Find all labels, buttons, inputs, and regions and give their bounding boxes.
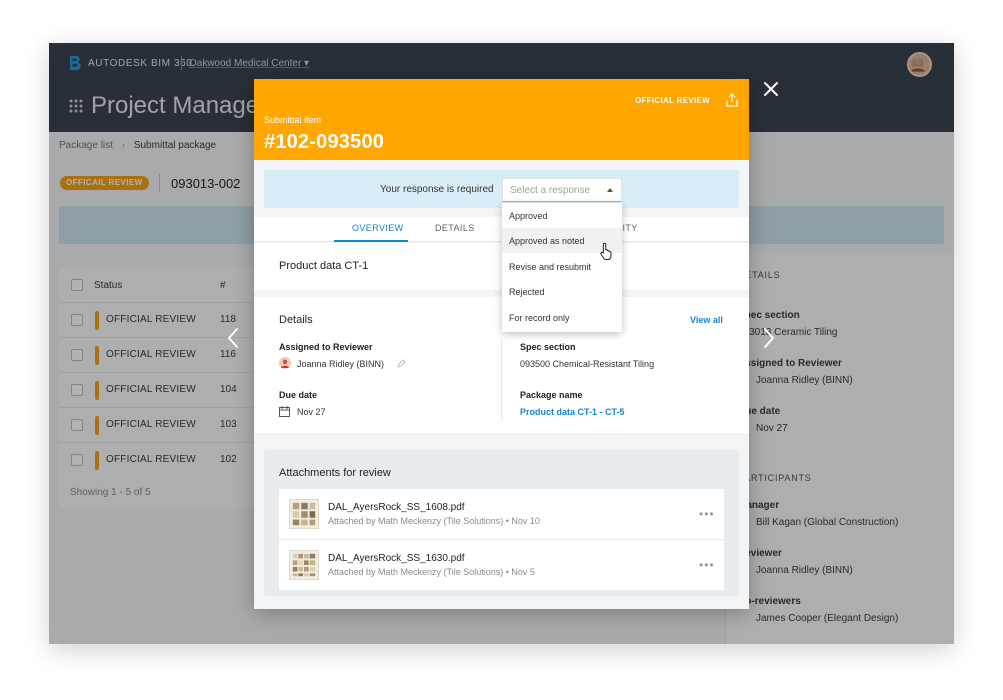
attachment-name: DAL_AyersRock_SS_1608.pdf <box>328 502 465 513</box>
attachments-section: Attachments for review DAL_AyersRock_SS_… <box>264 450 739 596</box>
spec-section-label: Spec section <box>520 342 576 352</box>
due-date-label: Due date <box>279 390 318 400</box>
product-title: Product data CT-1 <box>279 260 369 272</box>
attachment-thumbnail <box>289 550 319 580</box>
reviewer-avatar <box>279 357 291 369</box>
attachment-item[interactable]: DAL_AyersRock_SS_1630.pdf Attached by Ma… <box>279 540 724 590</box>
view-all-link[interactable]: View all <box>690 315 723 325</box>
response-dropdown-menu: Approved Approved as noted Revise and re… <box>502 203 622 332</box>
pencil-icon[interactable] <box>397 359 406 368</box>
spec-section-value: 093500 Chemical-Resistant Tiling <box>520 359 655 369</box>
chevron-left-icon[interactable] <box>226 327 240 349</box>
modal-header: Submittal item #102-093500 OFFICIAL REVI… <box>254 79 749 160</box>
official-review-status: OFFICIAL REVIEW <box>635 96 711 105</box>
tab-overview[interactable]: OVERVIEW <box>352 223 404 233</box>
package-name-label: Package name <box>520 390 583 400</box>
attachment-thumbnail <box>289 499 319 529</box>
assigned-label: Assigned to Reviewer <box>279 342 373 352</box>
calendar-icon <box>279 406 290 417</box>
close-icon[interactable] <box>763 81 779 97</box>
attachment-name: DAL_AyersRock_SS_1630.pdf <box>328 553 465 564</box>
submittal-item-number: #102-093500 <box>264 131 385 153</box>
more-options-icon[interactable]: ••• <box>699 507 715 521</box>
response-select[interactable]: Select a response <box>502 178 622 202</box>
chevron-right-icon[interactable] <box>762 327 776 349</box>
modal-kicker: Submittal item <box>264 115 322 125</box>
caret-up-icon <box>607 188 613 192</box>
due-date-value: Nov 27 <box>297 407 326 417</box>
submittal-item-modal: Submittal item #102-093500 OFFICIAL REVI… <box>254 79 749 609</box>
option-approved[interactable]: Approved <box>502 203 622 228</box>
active-tab-indicator <box>334 240 408 242</box>
assigned-value: Joanna Ridley (BINN) <box>297 359 385 369</box>
option-rejected[interactable]: Rejected <box>502 279 622 304</box>
response-select-placeholder: Select a response <box>510 185 591 196</box>
package-name-link[interactable]: Product data CT-1 - CT-5 <box>520 407 625 417</box>
tab-details[interactable]: DETAILS <box>435 223 475 233</box>
attachment-item[interactable]: DAL_AyersRock_SS_1608.pdf Attached by Ma… <box>279 489 724 539</box>
attachment-meta: Attached by Math Meckenzy (Tile Solution… <box>328 567 535 577</box>
option-for-record-only[interactable]: For record only <box>502 305 622 330</box>
attachments-title: Attachments for review <box>279 467 391 479</box>
attachment-meta: Attached by Math Meckenzy (Tile Solution… <box>328 516 540 526</box>
pointer-cursor-icon <box>600 242 612 260</box>
details-title: Details <box>279 314 313 326</box>
share-icon[interactable] <box>726 93 738 107</box>
more-options-icon[interactable]: ••• <box>699 558 715 572</box>
response-required-label: Your response is required <box>380 184 494 195</box>
details-divider <box>501 339 502 421</box>
